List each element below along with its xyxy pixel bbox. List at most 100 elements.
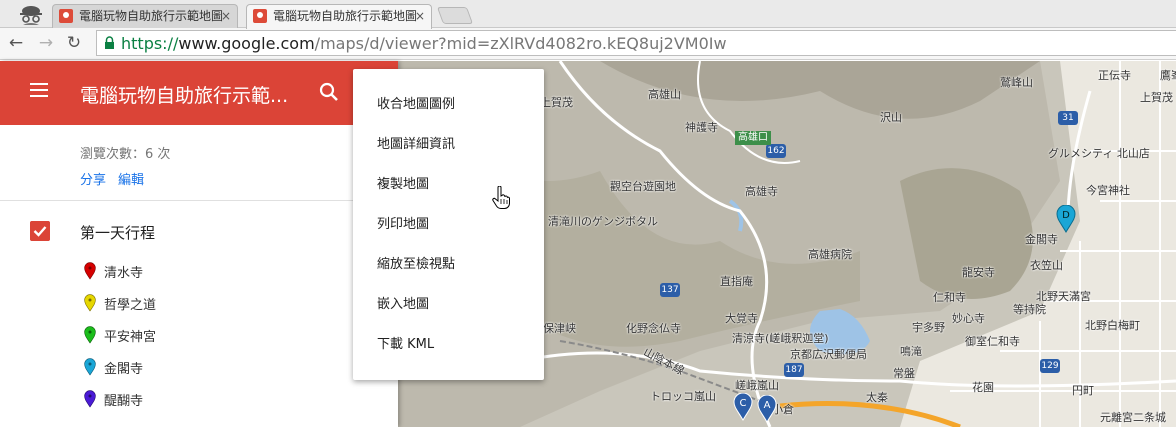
map-label[interactable]: 清滝川のゲンジボタル: [548, 213, 658, 229]
svg-text:A: A: [764, 400, 771, 411]
map-label[interactable]: 今宮神社: [1086, 182, 1130, 198]
route-sign: 187: [784, 363, 804, 377]
map-label[interactable]: 金閣寺: [1025, 231, 1058, 247]
place-item[interactable]: 清水寺: [84, 260, 143, 282]
back-arrow-icon[interactable]: ←: [5, 32, 27, 54]
cyan-pin-icon: [84, 358, 96, 376]
menu-item-copy-map[interactable]: 複製地圖: [353, 165, 544, 205]
view-count: 瀏覽次數：6 次: [80, 147, 171, 162]
map-label[interactable]: 直指庵: [720, 273, 753, 289]
map-label[interactable]: 北野白梅町: [1085, 317, 1140, 333]
layer-title[interactable]: 第一天行程: [80, 222, 155, 243]
menu-item-collapse-legend[interactable]: 收合地圖圖例: [353, 85, 544, 125]
place-name: 清水寺: [104, 265, 144, 281]
tab-close-icon[interactable]: ×: [415, 5, 425, 27]
place-name: 金閣寺: [104, 361, 144, 377]
svg-text:C: C: [740, 398, 747, 409]
menu-item-embed-map[interactable]: 嵌入地圖: [353, 285, 544, 325]
map-label[interactable]: 妙心寺: [952, 310, 985, 326]
hand-cursor-icon: [492, 186, 510, 209]
lock-icon: [105, 36, 114, 49]
menu-item-print-map[interactable]: 列印地圖: [353, 205, 544, 245]
map-label[interactable]: 太秦: [866, 389, 888, 405]
map-label[interactable]: 高雄山: [648, 86, 681, 102]
map-title: 電腦玩物自助旅行示範...: [80, 85, 289, 107]
map-label[interactable]: 円町: [1072, 382, 1094, 398]
map-label[interactable]: 保津峡: [543, 320, 576, 336]
map-label[interactable]: 上賀茂: [1140, 89, 1173, 105]
marker-d-icon[interactable]: D: [1056, 205, 1076, 233]
map-label[interactable]: 高雄病院: [808, 246, 852, 262]
route-sign: 31: [1058, 111, 1078, 125]
map-label[interactable]: 龍安寺: [962, 264, 995, 280]
place-name: 平安神宮: [104, 329, 157, 345]
map-label[interactable]: 鷹峯: [1160, 67, 1176, 83]
map-label[interactable]: 鷲峰山: [1000, 74, 1033, 90]
tab-close-icon[interactable]: ×: [221, 5, 231, 27]
layer-checkbox[interactable]: [30, 221, 50, 241]
map-label[interactable]: 仁和寺: [933, 289, 966, 305]
panel-header: 電腦玩物自助旅行示範...: [0, 61, 398, 125]
tab-title: 電腦玩物自助旅行示範地圖: [79, 9, 224, 23]
maps-favicon-icon: [253, 9, 267, 23]
url-text[interactable]: https://www.google.com/maps/d/viewer?mid…: [121, 34, 727, 53]
browser-tab-2[interactable]: 電腦玩物自助旅行示範地圖 ×: [246, 4, 432, 29]
maps-favicon-icon: [59, 9, 73, 23]
share-link[interactable]: 分享: [80, 173, 106, 188]
browser-tab-1[interactable]: 電腦玩物自助旅行示範地圖 ×: [52, 4, 238, 28]
map-label[interactable]: 高雄寺: [745, 183, 778, 199]
map-legend-panel: 電腦玩物自助旅行示範... 瀏覽次數：6 次 分享 編輯 第一天行程 清水寺 哲學…: [0, 61, 398, 427]
place-sign: 高雄口: [735, 131, 771, 145]
map-label[interactable]: 沢山: [880, 109, 902, 125]
forward-arrow-icon[interactable]: →: [35, 32, 57, 54]
map-label[interactable]: 宇多野: [912, 319, 945, 335]
marker-c-icon[interactable]: C: [733, 393, 753, 421]
divider: [0, 200, 398, 201]
edit-link[interactable]: 編輯: [118, 173, 144, 188]
incognito-icon: [20, 6, 42, 25]
yellow-pin-icon: [84, 294, 96, 312]
place-name: 醍醐寺: [104, 393, 144, 409]
map-label[interactable]: 大覚寺: [725, 310, 758, 326]
map-label[interactable]: トロッコ嵐山: [650, 388, 716, 404]
tab-title: 電腦玩物自助旅行示範地圖: [273, 9, 418, 23]
place-item[interactable]: 平安神宮: [84, 324, 156, 346]
map-label[interactable]: 常盤: [893, 365, 915, 381]
place-item[interactable]: 金閣寺: [84, 356, 143, 378]
place-item[interactable]: 醍醐寺: [84, 388, 143, 410]
address-bar[interactable]: https://www.google.com/maps/d/viewer?mid…: [96, 30, 1176, 56]
map-label[interactable]: 嵯峨嵐山: [735, 377, 779, 393]
menu-icon[interactable]: [30, 83, 48, 97]
search-icon[interactable]: [318, 81, 340, 103]
map-label[interactable]: 花園: [972, 379, 994, 395]
new-tab-button[interactable]: [436, 7, 474, 24]
purple-pin-icon: [84, 390, 96, 408]
map-options-menu: 收合地圖圖例 地圖詳細資訊 複製地圖 列印地圖 縮放至檢視點 嵌入地圖 下載 K…: [353, 69, 544, 380]
menu-item-zoom-to-viewport[interactable]: 縮放至檢視點: [353, 245, 544, 285]
route-sign: 162: [766, 144, 786, 158]
map-label[interactable]: 化野念仏寺: [626, 320, 681, 336]
map-label[interactable]: 正伝寺: [1098, 67, 1131, 83]
menu-item-download-kml[interactable]: 下載 KML: [353, 325, 544, 365]
red-pin-icon: [84, 262, 96, 280]
place-item[interactable]: 哲學之道: [84, 292, 156, 314]
green-pin-icon: [84, 326, 96, 344]
map-label[interactable]: 等持院: [1013, 301, 1046, 317]
marker-a-icon[interactable]: A: [757, 395, 777, 423]
route-sign: 129: [1040, 359, 1060, 373]
route-sign: 137: [660, 283, 680, 297]
map-label[interactable]: 清涼寺(嵯峨釈迦堂): [732, 330, 829, 346]
map-label[interactable]: 元離宮二条城: [1100, 409, 1166, 425]
map-label[interactable]: 衣笠山: [1030, 257, 1063, 273]
browser-tabstrip: 電腦玩物自助旅行示範地圖 × 電腦玩物自助旅行示範地圖 ×: [0, 0, 1176, 29]
menu-item-map-details[interactable]: 地圖詳細資訊: [353, 125, 544, 165]
map-label[interactable]: 上賀茂: [540, 94, 573, 110]
reload-icon[interactable]: ↻: [63, 32, 85, 54]
map-label[interactable]: 御室仁和寺: [965, 333, 1020, 349]
browser-toolbar: ← → ↻ https://www.google.com/maps/d/view…: [0, 28, 1176, 60]
map-label[interactable]: グルメシティ 北山店: [1048, 145, 1150, 161]
map-label[interactable]: 鳴滝: [900, 343, 922, 359]
map-label[interactable]: 京都広沢郵便局: [790, 346, 867, 362]
map-label[interactable]: 觀空台遊園地: [610, 178, 676, 194]
map-label[interactable]: 神護寺: [685, 119, 718, 135]
